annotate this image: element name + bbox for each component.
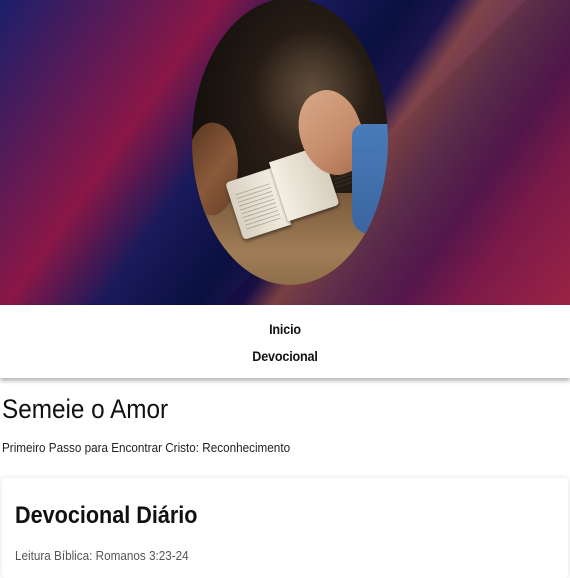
main-nav: Inicio Devocional [0,305,570,378]
bible-text-lines [235,183,282,233]
hero-banner [0,0,570,305]
nav-link-devocional[interactable]: Devocional [29,348,542,364]
praying-hands-over-bible-image [192,0,388,285]
page-subtitle: Primeiro Passo para Encontrar Cristo: Re… [2,440,291,455]
devotional-card: Devocional Diário Leitura Bíblica: Roman… [2,478,568,578]
page-title: Semeie o Amor [2,394,169,424]
photo-sleeve [352,124,388,234]
card-title: Devocional Diário [15,502,198,529]
nav-link-inicio[interactable]: Inicio [29,321,542,337]
bible-reading-text: Leitura Bíblica: Romanos 3:23-24 [15,548,189,563]
